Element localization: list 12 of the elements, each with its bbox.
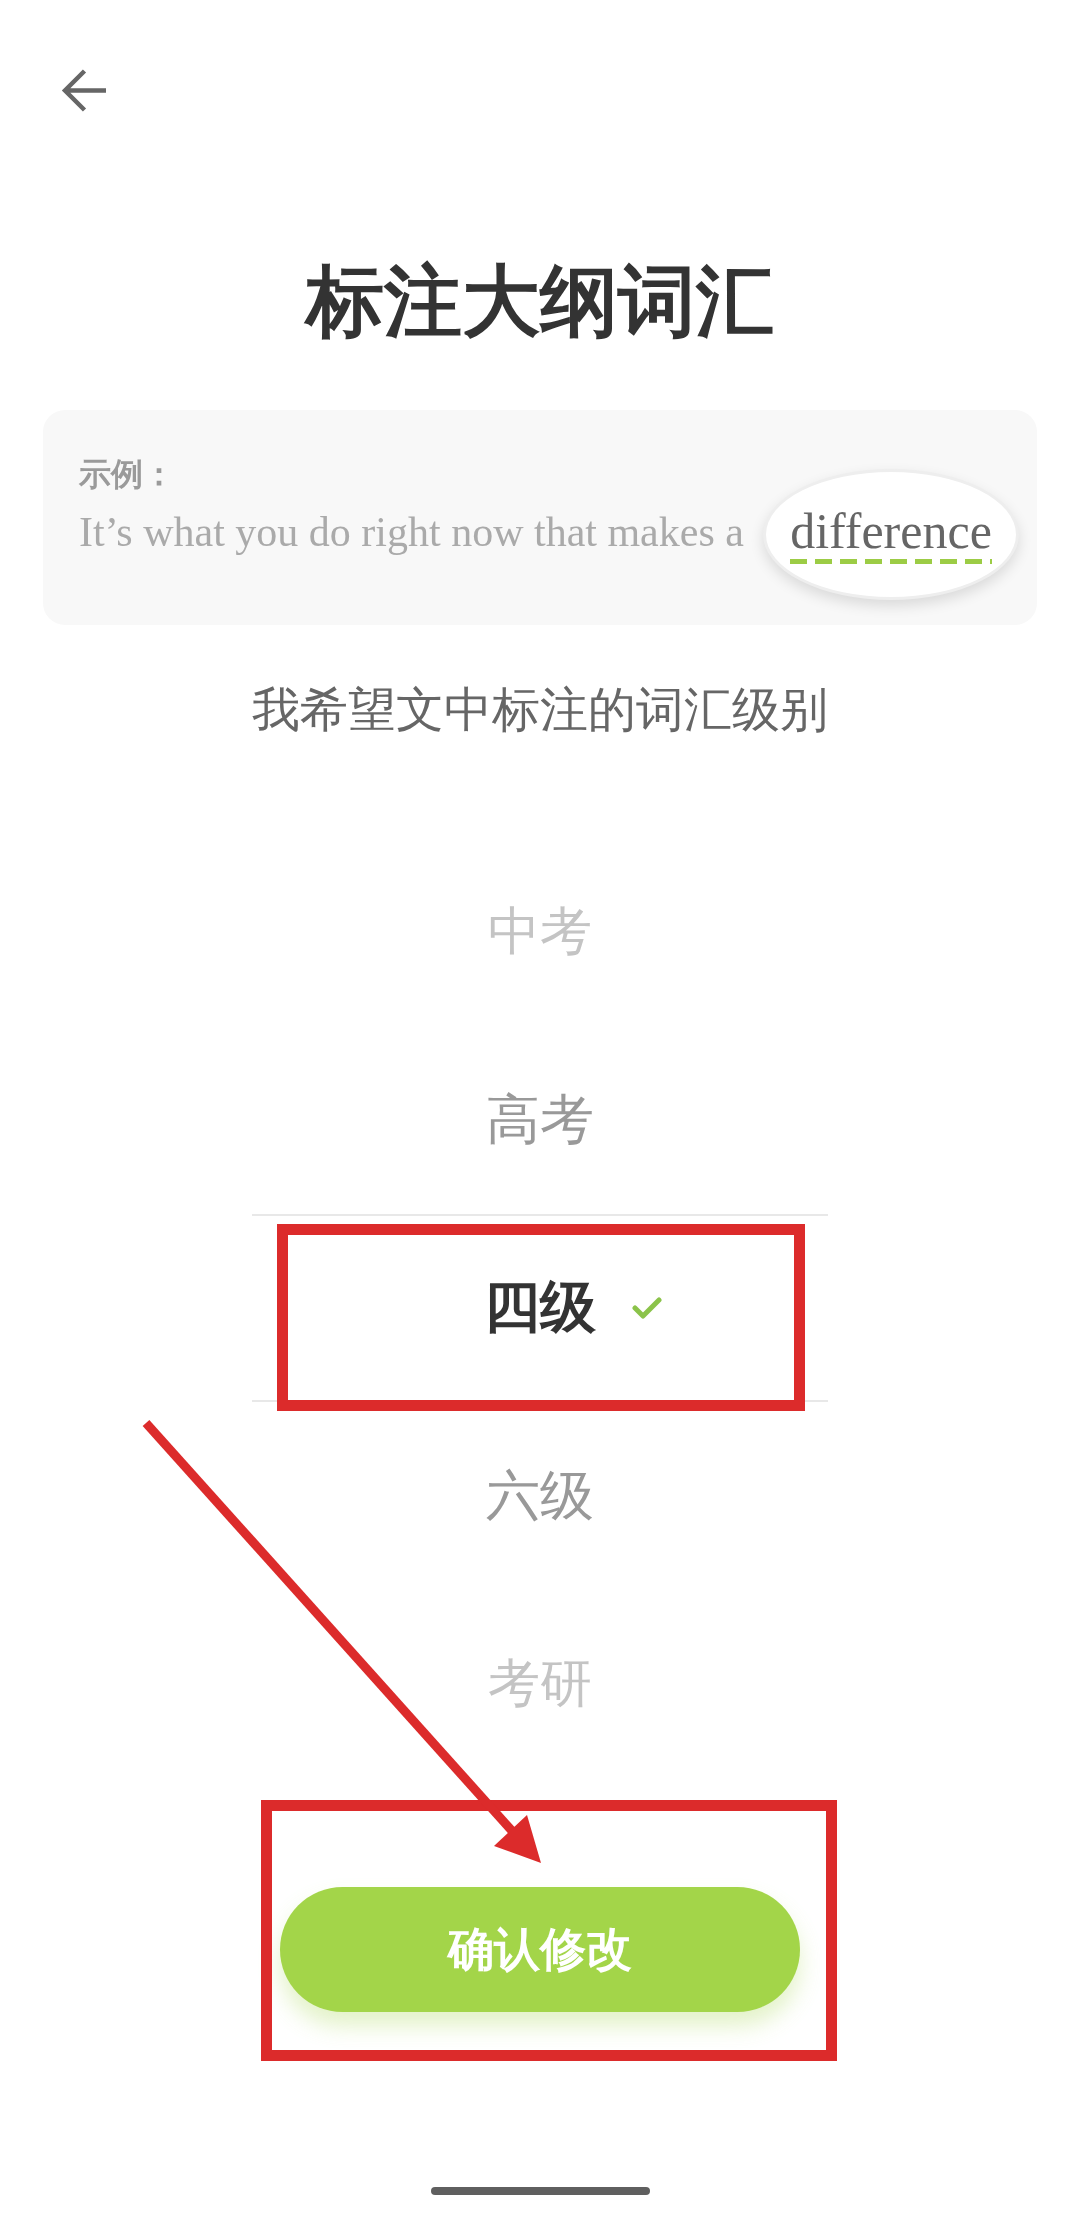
back-arrow-icon[interactable] (61, 67, 108, 114)
level-option[interactable]: 高考 (252, 1026, 828, 1214)
level-option[interactable]: 四级 (252, 1214, 828, 1402)
level-option[interactable]: 中考 (252, 838, 828, 1026)
check-icon (632, 1297, 662, 1319)
prompt-text: 我希望文中标注的词汇级别 (252, 685, 828, 733)
page-title: 标注大纲词汇 (306, 262, 774, 340)
example-label: 示例： (79, 454, 175, 494)
level-option[interactable]: 六级 (252, 1402, 828, 1590)
example-sentence: It’s what you do right now that makes a (79, 508, 744, 556)
level-option[interactable]: 考研 (252, 1590, 828, 1778)
confirm-button[interactable]: 确认修改 (280, 1887, 800, 2012)
